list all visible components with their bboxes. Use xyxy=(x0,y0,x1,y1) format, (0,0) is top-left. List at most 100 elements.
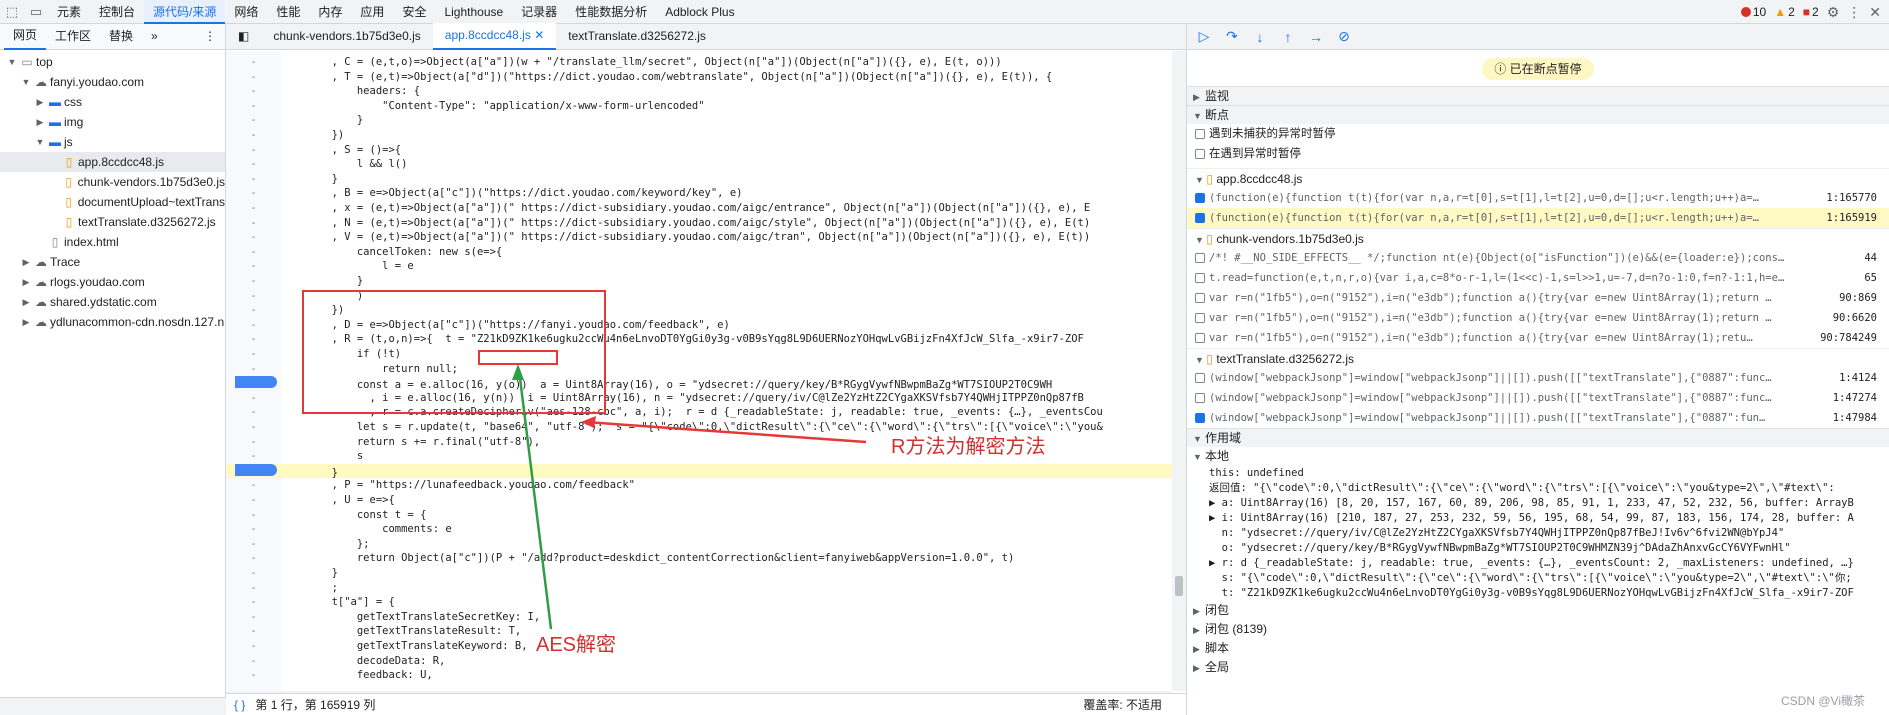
tree-item[interactable]: ▼ ▬ js xyxy=(0,132,225,152)
breakpoint-checkbox[interactable] xyxy=(1195,393,1205,403)
local-scope[interactable]: ▼ 本地 xyxy=(1187,447,1889,466)
step-into-icon[interactable]: ↓ xyxy=(1251,29,1269,45)
scope-variable[interactable]: o: "ydsecret://query/key/B*RGygVywfNBwpm… xyxy=(1187,541,1889,556)
disclosure-icon[interactable]: ▼ xyxy=(20,72,32,92)
device-toggle-icon[interactable]: ▭ xyxy=(24,0,48,24)
closure-scope-2[interactable]: ▶ 闭包 (8139) xyxy=(1187,620,1889,639)
tree-item[interactable]: ▯ textTranslate.d3256272.js xyxy=(0,212,225,232)
breakpoint-checkbox[interactable] xyxy=(1195,273,1205,283)
more-icon[interactable]: ⋮ xyxy=(1847,4,1861,21)
more-tabs-icon[interactable]: » xyxy=(142,24,167,49)
close-icon[interactable]: ✕ xyxy=(1869,4,1881,21)
panel-tab[interactable]: Lighthouse xyxy=(435,0,512,24)
breakpoint-checkbox[interactable] xyxy=(1195,193,1205,203)
breakpoint-checkbox[interactable] xyxy=(1195,253,1205,263)
error-count[interactable]: 10 xyxy=(1740,5,1766,19)
disclosure-icon[interactable]: ▶ xyxy=(34,112,46,132)
scope-variable[interactable]: ▶ a: Uint8Array(16) [8, 20, 157, 167, 60… xyxy=(1187,496,1889,511)
deactivate-breakpoints-icon[interactable]: ⊘ xyxy=(1335,28,1353,45)
scope-variable[interactable]: n: "ydsecret://query/iv/C@lZe2YzHtZ2CYga… xyxy=(1187,526,1889,541)
breakpoint-row[interactable]: t.read=function(e,t,n,r,o){var i,a,c=8*o… xyxy=(1187,268,1889,288)
panel-tab[interactable]: Adblock Plus xyxy=(656,0,743,24)
breakpoint-row[interactable]: (function(e){function t(t){for(var n,a,r… xyxy=(1187,188,1889,208)
breakpoint-row[interactable]: var r=n("1fb5"),o=n("9152"),i=n("e3db");… xyxy=(1187,328,1889,348)
global-scope[interactable]: ▶ 全局 xyxy=(1187,658,1889,677)
panel-tab[interactable]: 网络 xyxy=(225,0,267,24)
panel-tab[interactable]: 元素 xyxy=(48,0,90,24)
warning-count[interactable]: ▲ 2 xyxy=(1774,5,1795,19)
tree-item[interactable]: ▶ ▬ css xyxy=(0,92,225,112)
breakpoint-checkbox[interactable] xyxy=(1195,293,1205,303)
scope-variable[interactable]: ▶ i: Uint8Array(16) [210, 187, 27, 253, … xyxy=(1187,511,1889,526)
checkbox[interactable] xyxy=(1195,129,1205,139)
script-scope[interactable]: ▶ 脚本 xyxy=(1187,639,1889,658)
panel-tab[interactable]: 源代码/来源 xyxy=(144,0,226,24)
resume-icon[interactable]: ▷ xyxy=(1195,28,1213,45)
disclosure-icon[interactable]: ▼ xyxy=(34,132,46,152)
issue-count[interactable]: ■ 2 xyxy=(1803,5,1819,19)
navigator-scrollbar[interactable] xyxy=(0,697,226,715)
breakpoint-row[interactable]: (window["webpackJsonp"]=window["webpackJ… xyxy=(1187,408,1889,428)
tree-item[interactable]: ▼ ▭ top xyxy=(0,52,225,72)
scope-variable[interactable]: s: "{\"code\":0,\"dictResult\":{\"ce\":{… xyxy=(1187,571,1889,586)
tab-page[interactable]: 网页 xyxy=(4,23,47,50)
navigator-menu-icon[interactable]: ⋮ xyxy=(195,24,225,49)
panel-tab[interactable]: 应用 xyxy=(351,0,393,24)
breakpoint-file[interactable]: ▼ ▯ app.8ccdcc48.js xyxy=(1187,168,1889,188)
breakpoint-row[interactable]: (window["webpackJsonp"]=window["webpackJ… xyxy=(1187,368,1889,388)
disclosure-icon[interactable]: ▶ xyxy=(20,272,32,292)
tree-item[interactable]: ▶ ☁ rlogs.youdao.com xyxy=(0,272,225,292)
tree-item[interactable]: ▯ documentUpload~textTrans xyxy=(0,192,225,212)
step-over-icon[interactable]: ↷ xyxy=(1223,28,1241,45)
breakpoints-section[interactable]: ▼ 断点 xyxy=(1187,105,1889,124)
scope-variable[interactable]: ▶ r: d {_readableState: j, readable: tru… xyxy=(1187,556,1889,571)
tree-item[interactable]: ▶ ☁ shared.ydstatic.com xyxy=(0,292,225,312)
breakpoint-file[interactable]: ▼ ▯ chunk-vendors.1b75d3e0.js xyxy=(1187,228,1889,248)
tree-item[interactable]: ▼ ☁ fanyi.youdao.com xyxy=(0,72,225,92)
tab-overrides[interactable]: 替换 xyxy=(100,24,142,49)
tree-item[interactable]: ▯ chunk-vendors.1b75d3e0.js xyxy=(0,172,225,192)
panel-tab[interactable]: 性能数据分析 xyxy=(566,0,656,24)
panel-tab[interactable]: 记录器 xyxy=(512,0,566,24)
pause-uncaught-option[interactable]: 遇到未捕获的异常时暂停 xyxy=(1187,124,1889,144)
panel-tab[interactable]: 控制台 xyxy=(90,0,144,24)
breakpoint-checkbox[interactable] xyxy=(1195,373,1205,383)
scope-variable[interactable]: this: undefined xyxy=(1187,466,1889,481)
watch-section[interactable]: ▶ 监视 xyxy=(1187,86,1889,105)
closure-scope[interactable]: ▶ 闭包 xyxy=(1187,601,1889,620)
scope-section[interactable]: ▼ 作用域 xyxy=(1187,428,1889,447)
breakpoint-checkbox[interactable] xyxy=(1195,333,1205,343)
step-out-icon[interactable]: ↑ xyxy=(1279,29,1297,45)
breakpoint-file[interactable]: ▼ ▯ textTranslate.d3256272.js xyxy=(1187,348,1889,368)
breakpoint-row[interactable]: var r=n("1fb5"),o=n("9152"),i=n("e3db");… xyxy=(1187,308,1889,328)
format-icon[interactable]: { } xyxy=(234,698,245,712)
tree-item[interactable]: ▶ ▬ img xyxy=(0,112,225,132)
panel-tab[interactable]: 内存 xyxy=(309,0,351,24)
breakpoint-row[interactable]: /*! #__NO_SIDE_EFFECTS__ */;function nt(… xyxy=(1187,248,1889,268)
breakpoint-checkbox[interactable] xyxy=(1195,313,1205,323)
tree-item[interactable]: ▯ app.8ccdcc48.js xyxy=(0,152,225,172)
disclosure-icon[interactable]: ▶ xyxy=(20,312,32,332)
tree-item[interactable]: ▶ ☁ Trace xyxy=(0,252,225,272)
inspect-icon[interactable]: ⬚ xyxy=(0,0,24,24)
tree-item[interactable]: ▯ index.html xyxy=(0,232,225,252)
breakpoint-row[interactable]: var r=n("1fb5"),o=n("9152"),i=n("e3db");… xyxy=(1187,288,1889,308)
checkbox[interactable] xyxy=(1195,149,1205,159)
pause-caught-option[interactable]: 在遇到异常时暂停 xyxy=(1187,144,1889,164)
tab-workspace[interactable]: 工作区 xyxy=(46,24,100,49)
disclosure-icon[interactable]: ▶ xyxy=(34,92,46,112)
tree-item[interactable]: ▶ ☁ ydlunacommon-cdn.nosdn.127.n xyxy=(0,312,225,332)
gear-icon[interactable]: ⚙ xyxy=(1827,4,1840,21)
scope-variable[interactable]: 返回值: "{\"code\":0,\"dictResult\":{\"ce\"… xyxy=(1187,481,1889,496)
breakpoint-checkbox[interactable] xyxy=(1195,413,1205,423)
breakpoint-checkbox[interactable] xyxy=(1195,213,1205,223)
scope-variable[interactable]: t: "Z21kD9ZK1ke6ugku2ccWu4n6eLnvoDT0YgGi… xyxy=(1187,586,1889,601)
panel-tab[interactable]: 性能 xyxy=(267,0,309,24)
breakpoint-row[interactable]: (function(e){function t(t){for(var n,a,r… xyxy=(1187,208,1889,228)
breakpoint-row[interactable]: (window["webpackJsonp"]=window["webpackJ… xyxy=(1187,388,1889,408)
disclosure-icon[interactable]: ▶ xyxy=(20,292,32,312)
panel-tab[interactable]: 安全 xyxy=(393,0,435,24)
step-icon[interactable]: → xyxy=(1307,29,1325,45)
disclosure-icon[interactable]: ▼ xyxy=(6,52,18,72)
disclosure-icon[interactable]: ▶ xyxy=(20,252,32,272)
